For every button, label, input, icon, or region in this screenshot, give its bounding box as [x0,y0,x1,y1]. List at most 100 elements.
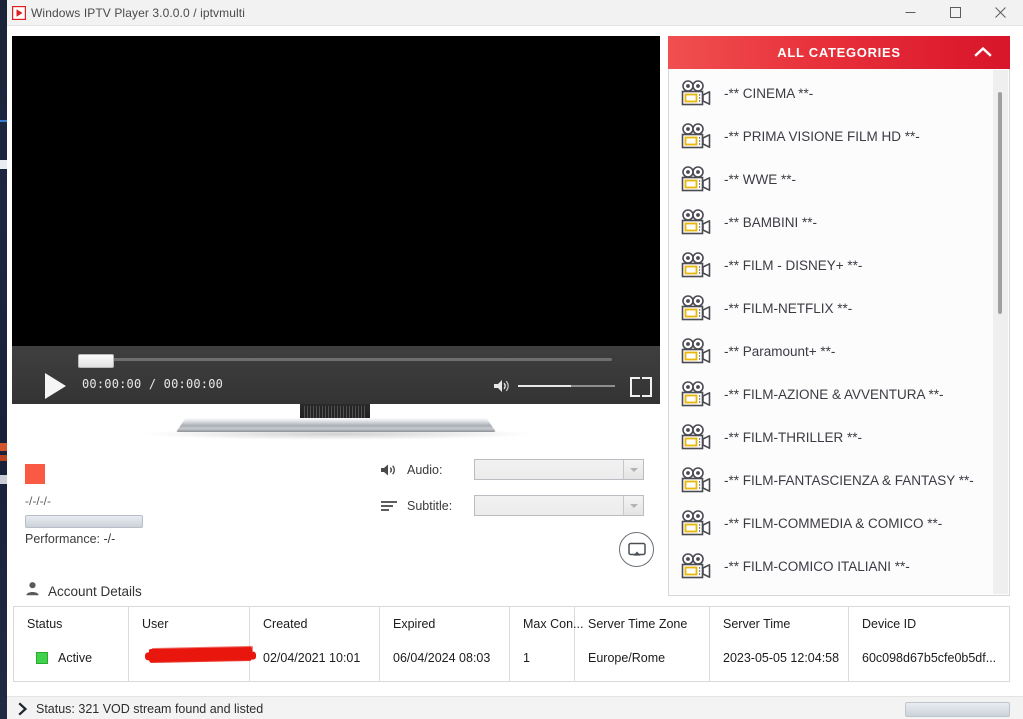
column-device-id: Device ID 60c098d67b5cfe0b5df... [849,607,1009,681]
movie-camera-icon [680,380,712,409]
device-id-value: 60c098d67b5cfe0b5df... [862,651,997,665]
column-header: User [142,617,169,631]
cast-screen-icon[interactable] [619,532,654,567]
categories-list[interactable]: -** CINEMA **- -** PRIMA VISIONE FILM HD … [668,69,1010,596]
play-icon[interactable] [45,373,66,399]
category-item[interactable]: -** FILM-COMICO ITALIANI **- [669,545,993,588]
chevron-up-icon[interactable] [974,44,992,60]
category-item[interactable]: -** FILM-COMMEDIA & COMICO **- [669,502,993,545]
expired-value: 06/04/2024 08:03 [393,651,491,665]
movie-camera-icon [680,79,712,108]
column-status: Status Active [14,607,129,681]
performance-bar [25,515,143,528]
window-controls [888,0,1023,25]
column-server-time-zone: Server Time Zone Europe/Rome [575,607,710,681]
status-progress-bar [905,702,1010,717]
movie-camera-icon [680,552,712,581]
account-details-header: Account Details [25,581,142,601]
scrollbar-thumb[interactable] [998,92,1002,314]
user-icon [25,581,40,601]
created-value: 02/04/2021 10:01 [263,651,361,665]
categories-list-inner: -** CINEMA **- -** PRIMA VISIONE FILM HD … [669,69,993,595]
tv-stand-base [176,418,496,432]
stream-status-indicator [25,464,45,484]
category-item[interactable]: -** FILM-AZIONE & AVVENTURA **- [669,373,993,416]
subtitle-lines-icon [380,498,400,514]
movie-camera-icon [680,294,712,323]
max-connections-value: 1 [523,651,530,665]
column-user: User [129,607,253,681]
seek-bar[interactable] [12,354,660,368]
performance-label: Performance: -/- [25,532,116,546]
resolution-label: -/-/-/- [25,494,51,508]
volume-fill [518,385,571,387]
column-expired: Expired 06/04/2024 08:03 [380,607,510,681]
timecode-label: 00:00:00 / 00:00:00 [82,377,224,391]
minimize-button[interactable] [888,0,933,25]
close-button[interactable] [978,0,1023,25]
redaction-mark [148,646,253,663]
column-header: Device ID [862,617,917,631]
account-details-table: Status Active User Created 02/04/2021 10… [13,606,1010,682]
movie-camera-icon [680,251,712,280]
category-label: -** PRIMA VISIONE FILM HD **- [724,129,920,144]
column-header: Created [263,617,308,631]
background-window-sliver [0,0,7,719]
category-item[interactable]: -** FILM-THRILLER **- [669,416,993,459]
status-value: Active [58,651,93,665]
categories-panel-header[interactable]: ALL CATEGORIES [668,36,1010,69]
category-label: -** Paramount+ **- [724,344,836,359]
window-title: Windows IPTV Player 3.0.0.0 / iptvmulti [31,5,245,20]
category-label: -** FILM-AZIONE & AVVENTURA **- [724,387,944,402]
chevron-down-icon[interactable] [623,460,643,479]
category-item[interactable]: -** WWE **- [669,158,993,201]
column-header: Server Time Zone [588,617,688,631]
video-screen [12,36,660,346]
play-triangle-icon [7,0,31,25]
category-label: -** FILM-THRILLER **- [724,430,863,445]
server-time-zone-value: Europe/Rome [588,651,666,665]
category-item[interactable]: -** FILM-FANTASCIENZA & FANTASY **- [669,459,993,502]
column-created: Created 02/04/2021 10:01 [250,607,380,681]
categories-panel: ALL CATEGORIES -** CINEMA **- -** PRIMA V… [668,36,1010,596]
status-bar-text: Status: 321 VOD stream found and listed [36,701,264,716]
movie-camera-icon [680,337,712,366]
video-player-surface[interactable] [12,36,660,346]
title-bar: Windows IPTV Player 3.0.0.0 / iptvmulti [7,0,1023,26]
fullscreen-icon[interactable] [630,377,652,397]
category-label: -** FILM-COMMEDIA & COMICO **- [724,516,943,531]
audio-row: Audio: [380,462,442,478]
movie-camera-icon [680,122,712,151]
category-label: -** WWE **- [724,172,796,187]
column-header: Status [27,617,63,631]
categories-scrollbar[interactable] [993,70,1008,594]
movie-camera-icon [680,423,712,452]
chevron-right-icon [16,701,30,716]
subtitle-select[interactable] [474,495,644,516]
category-item[interactable]: -** PRIMA VISIONE FILM HD **- [669,115,993,158]
seek-thumb[interactable] [78,354,114,368]
column-max-connections: Max Con... 1 [510,607,583,681]
category-item[interactable]: -** FILM-NETFLIX **- [669,287,993,330]
category-item[interactable]: -** FILM - DISNEY+ **- [669,244,993,287]
category-label: -** FILM-NETFLIX **- [724,301,853,316]
subtitle-row: Subtitle: [380,498,452,514]
category-label: -** FILM - DISNEY+ **- [724,258,863,273]
chevron-down-icon[interactable] [623,496,643,515]
status-badge [36,652,48,664]
category-item[interactable]: -** CINEMA **- [669,72,993,115]
column-header: Expired [393,617,436,631]
category-label: -** FILM-COMICO ITALIANI **- [724,559,910,574]
seek-track[interactable] [78,358,612,361]
status-bar: Status: 321 VOD stream found and listed [7,696,1023,719]
speaker-icon [380,462,400,478]
volume-icon[interactable] [493,378,511,394]
movie-camera-icon [680,165,712,194]
movie-camera-icon [680,509,712,538]
category-item[interactable]: -** BAMBINI **- [669,201,993,244]
subtitle-label: Subtitle: [407,499,453,513]
category-item[interactable]: -** Paramount+ **- [669,330,993,373]
maximize-button[interactable] [933,0,978,25]
movie-camera-icon [680,208,712,237]
audio-select[interactable] [474,459,644,480]
